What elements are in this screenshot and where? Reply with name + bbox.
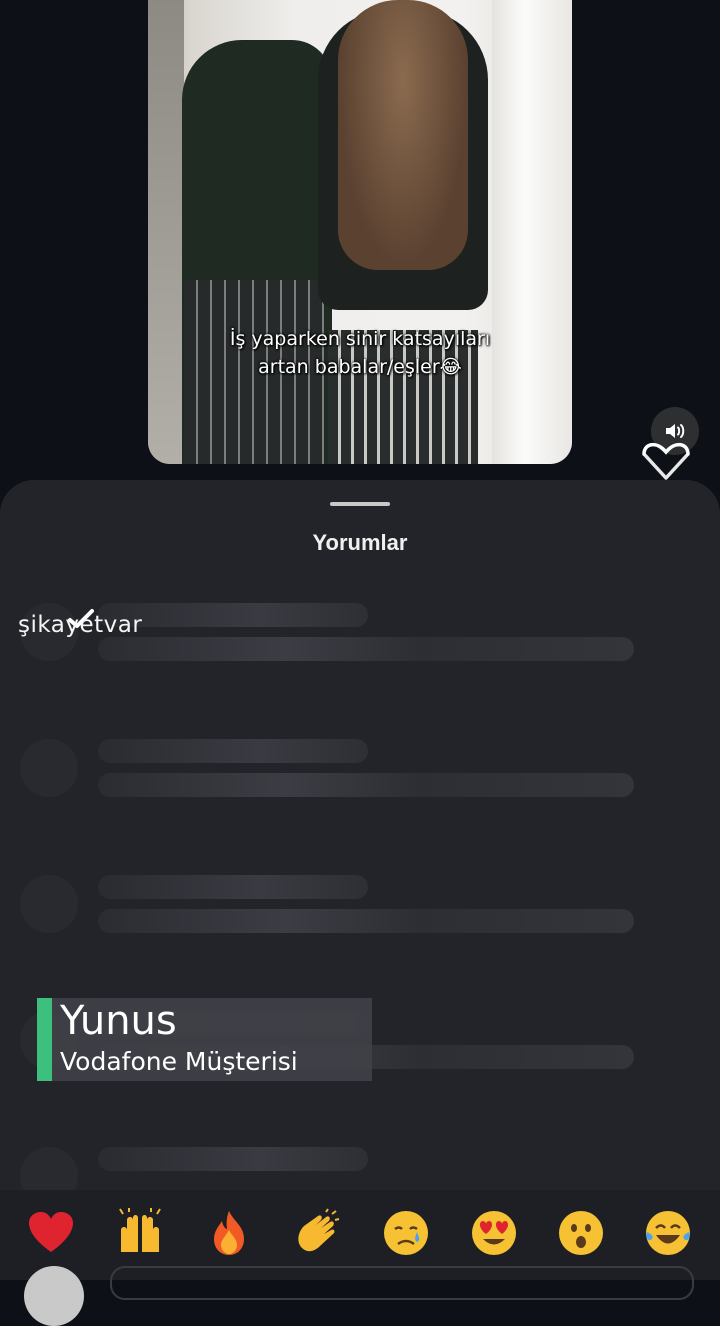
surprised-face-emoji-icon[interactable] bbox=[555, 1208, 607, 1260]
skeleton-line bbox=[98, 773, 634, 797]
speaker-lower-third: Yunus Vodafone Müşterisi bbox=[37, 998, 372, 1081]
video-caption: İş yaparken sinir katsayıları artan baba… bbox=[148, 325, 572, 381]
comment-skeleton bbox=[0, 739, 720, 819]
skeleton-avatar bbox=[20, 875, 78, 933]
speaker-name: Yunus bbox=[60, 998, 177, 1044]
speaker-subtitle: Vodafone Müşterisi bbox=[60, 1047, 298, 1076]
video-curtain bbox=[492, 0, 572, 464]
skeleton-line bbox=[98, 637, 634, 661]
skeleton-line bbox=[98, 875, 368, 899]
crying-face-emoji-icon[interactable] bbox=[380, 1208, 432, 1260]
skeleton-line bbox=[98, 909, 634, 933]
watermark-brand: şikayetvar bbox=[18, 612, 143, 638]
lower-third-accent bbox=[37, 998, 52, 1081]
raised-hands-emoji-icon[interactable] bbox=[114, 1208, 166, 1260]
user-avatar[interactable] bbox=[24, 1266, 84, 1326]
video-person-right-hair bbox=[338, 0, 468, 270]
heart-emoji-icon[interactable] bbox=[25, 1208, 77, 1260]
comments-sheet: Yorumlar bbox=[0, 480, 720, 1280]
fire-emoji-icon[interactable] bbox=[203, 1208, 255, 1260]
video-caption-line-2: artan babalar/eşler😂 bbox=[258, 356, 462, 378]
skeleton-line bbox=[98, 1147, 368, 1171]
skeleton-line bbox=[98, 739, 368, 763]
tears-of-joy-emoji-icon[interactable] bbox=[642, 1208, 694, 1260]
heart-eyes-emoji-icon[interactable] bbox=[468, 1208, 520, 1260]
comment-input[interactable] bbox=[110, 1266, 694, 1300]
video-caption-line-1: İş yaparken sinir katsayıları bbox=[229, 328, 491, 350]
comment-skeleton bbox=[0, 875, 720, 955]
like-heart-icon[interactable] bbox=[640, 440, 692, 480]
clapping-hands-emoji-icon[interactable] bbox=[291, 1208, 343, 1260]
video-preview[interactable]: İş yaparken sinir katsayıları artan baba… bbox=[148, 0, 572, 464]
sheet-drag-handle[interactable] bbox=[330, 502, 390, 506]
skeleton-avatar bbox=[20, 739, 78, 797]
comments-title: Yorumlar bbox=[312, 530, 408, 555]
video-wall bbox=[148, 0, 184, 464]
